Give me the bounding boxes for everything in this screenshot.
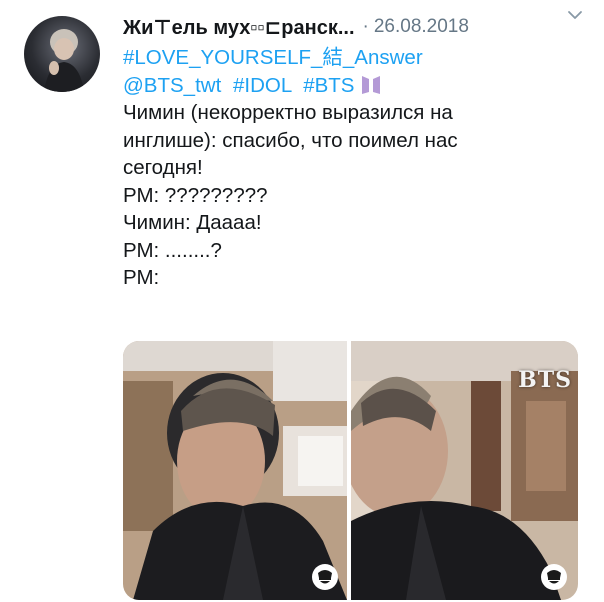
channel-badge-icon (541, 564, 567, 590)
tweet-text: #LOVE_YOURSELF_結_Answer @BTS_twt #IDOL #… (123, 44, 583, 292)
tweet-card[interactable]: Жи⊤ель мух▫▫⊏ранск... · 26.08.2018 #LOVE… (0, 0, 604, 602)
body-line: РМ: (123, 266, 160, 289)
media-grid: BTS (123, 341, 578, 600)
hashtag-love-yourself[interactable]: #LOVE_YOURSELF_結_Answer (123, 44, 583, 72)
media-image-1[interactable] (123, 341, 347, 600)
author-name[interactable]: Жи⊤ель мух▫▫⊏ранск... (123, 15, 355, 40)
header-separator: · (362, 16, 369, 37)
tags-line: @BTS_twt #IDOL #BTS (123, 72, 583, 100)
avatar-image (44, 29, 84, 92)
body-line: Чимин: Даааа! (123, 211, 262, 234)
tweet-date[interactable]: 26.08.2018 (374, 16, 469, 38)
body-line: РМ: ........? (123, 238, 222, 262)
body-line: сегодня! (123, 156, 203, 179)
bts-logo-emoji-icon (360, 75, 382, 95)
chevron-down-icon (568, 11, 582, 19)
mention-bts-twt[interactable]: @BTS_twt (123, 74, 221, 97)
body-line: РМ: ????????? (123, 183, 268, 207)
more-options-button[interactable] (566, 6, 584, 24)
media-image-2[interactable]: BTS (351, 341, 578, 600)
tweet-header: Жи⊤ель мух▫▫⊏ранск... · 26.08.2018 (123, 12, 588, 42)
avatar[interactable] (24, 16, 100, 92)
body-line: инглише): спасибо, что поимел нас (123, 128, 458, 152)
channel-badge-icon (312, 564, 338, 590)
hashtag-idol[interactable]: #IDOL (233, 74, 292, 97)
body-line: Чимин (некорректно выразился на (123, 101, 453, 124)
media-watermark: BTS (518, 367, 572, 393)
hashtag-bts[interactable]: #BTS (303, 74, 354, 97)
